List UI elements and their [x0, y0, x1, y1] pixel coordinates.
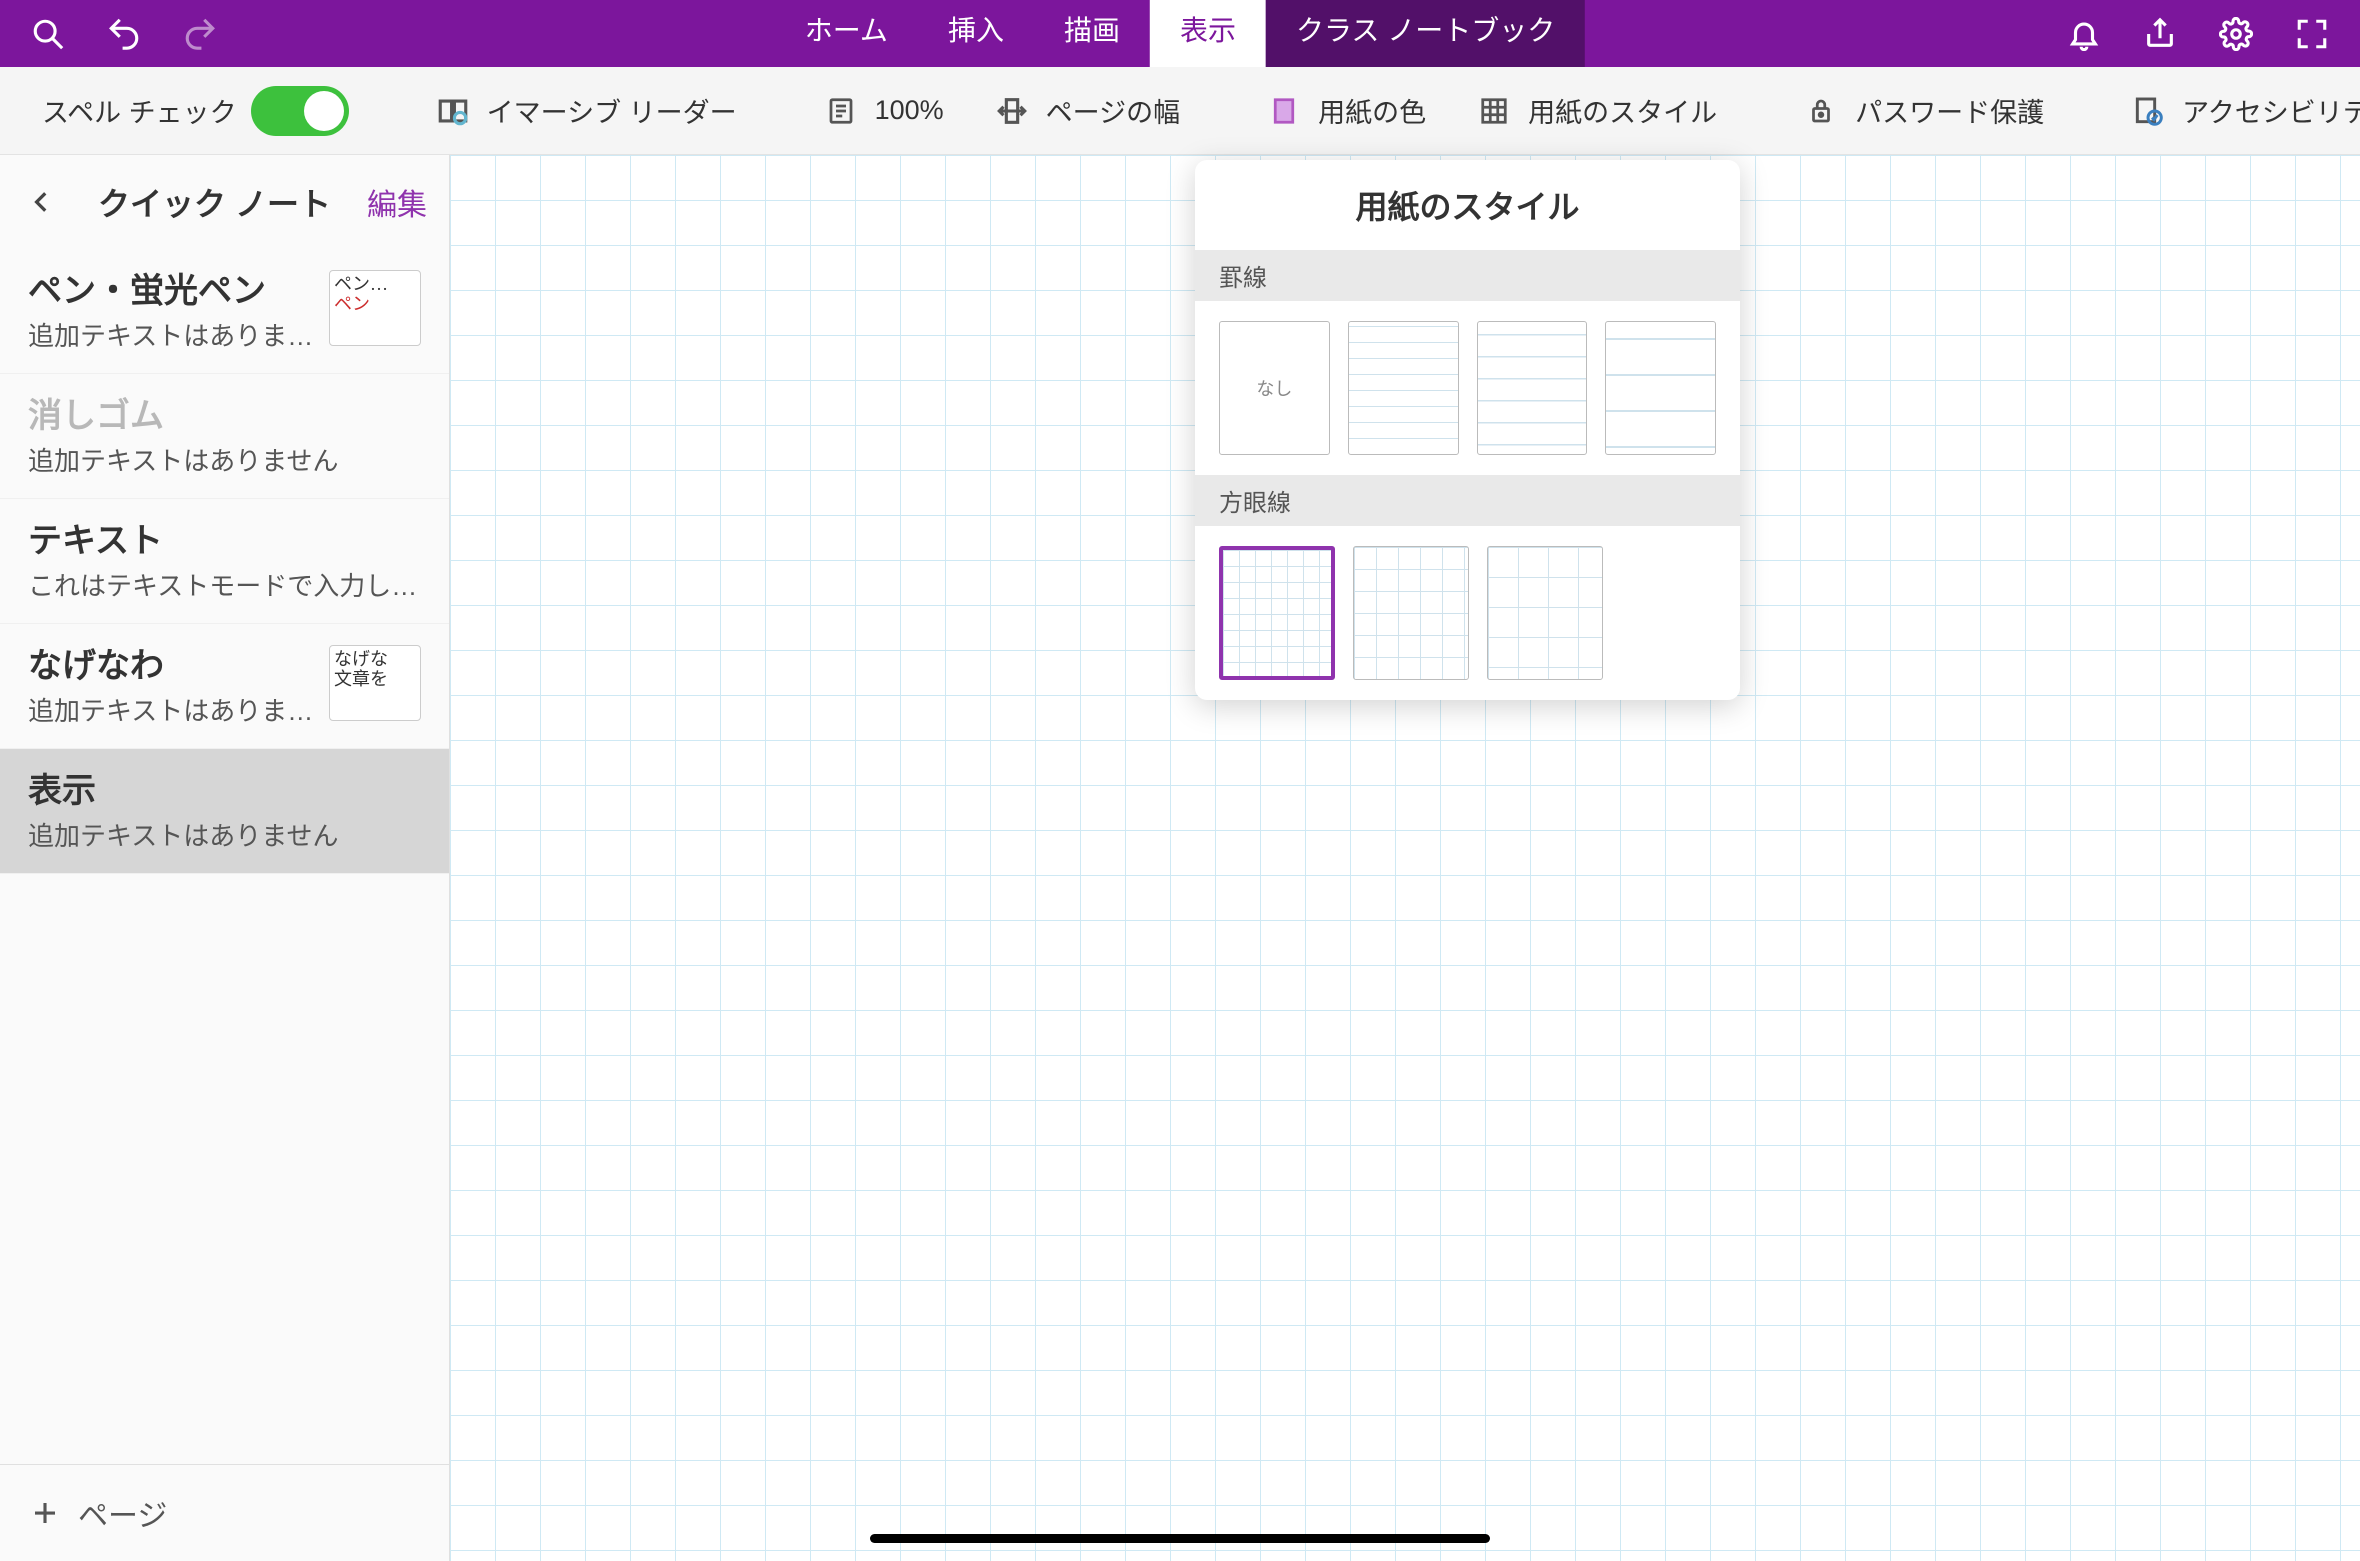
- tab-view[interactable]: 表示: [1150, 0, 1266, 67]
- page-item[interactable]: 表示 追加テキストはありません: [0, 749, 449, 874]
- password-protect-button[interactable]: パスワード保護: [1787, 81, 2058, 141]
- spellcheck-item[interactable]: スペル チェック: [28, 76, 363, 146]
- paper-style-button[interactable]: 用紙のスタイル: [1460, 81, 1731, 141]
- sidebar: クイック ノート 編集 ペン・蛍光ペン 追加テキストはありま… ペン… ペン 消…: [0, 155, 450, 1561]
- zoom-label: 100%: [875, 95, 944, 126]
- share-icon[interactable]: [2140, 14, 2180, 54]
- page-item-subtitle: これはテキストモードで入力し…: [28, 566, 421, 603]
- add-page-label: ページ: [78, 1491, 167, 1535]
- main-area: クイック ノート 編集 ペン・蛍光ペン 追加テキストはありま… ペン… ペン 消…: [0, 155, 2360, 1561]
- tab-class-notebook[interactable]: クラス ノートブック: [1266, 0, 1585, 67]
- password-label: パスワード保護: [1855, 91, 2044, 130]
- tab-draw[interactable]: 描画: [1034, 0, 1150, 67]
- page-item-thumb: ペン… ペン: [329, 270, 421, 346]
- undo-icon[interactable]: [104, 14, 144, 54]
- page-list: ペン・蛍光ペン 追加テキストはありま… ペン… ペン 消しゴム 追加テキストはあ…: [0, 249, 449, 1464]
- popover-grid-row: [1195, 526, 1740, 700]
- page-item[interactable]: 消しゴム 追加テキストはありません: [0, 374, 449, 499]
- page-item-subtitle: 追加テキストはありません: [28, 441, 421, 478]
- page-width-button[interactable]: ページの幅: [978, 81, 1194, 141]
- page-item-subtitle: 追加テキストはありま…: [28, 316, 315, 353]
- accessibility-check-button[interactable]: アクセシビリティ チェック: [2114, 81, 2360, 141]
- paper-style-grid-medium[interactable]: [1353, 546, 1469, 680]
- paper-style-lines-narrow[interactable]: [1348, 321, 1459, 455]
- paper-style-lines-wide[interactable]: [1605, 321, 1716, 455]
- page-item-title: テキスト: [28, 513, 421, 562]
- page-item[interactable]: なげなわ 追加テキストはありま… なげな 文章を: [0, 624, 449, 749]
- paper-style-grid-small[interactable]: [1219, 546, 1335, 680]
- paper-color-icon: [1264, 91, 1304, 131]
- page-item[interactable]: テキスト これはテキストモードで入力し…: [0, 499, 449, 624]
- search-icon[interactable]: [28, 14, 68, 54]
- sidebar-header: クイック ノート 編集: [0, 155, 449, 249]
- paper-style-icon: [1474, 91, 1514, 131]
- accessibility-icon: [2128, 91, 2168, 131]
- add-page-button[interactable]: ページ: [0, 1464, 449, 1561]
- settings-icon[interactable]: [2216, 14, 2256, 54]
- paper-style-label: 用紙のスタイル: [1528, 91, 1717, 130]
- toolbar: スペル チェック イマーシブ リーダー 100% ページの幅 用紙の色 用紙のス…: [0, 67, 2360, 155]
- paper-style-lines-college[interactable]: [1477, 321, 1588, 455]
- spellcheck-toggle[interactable]: [251, 86, 349, 136]
- sidebar-edit-button[interactable]: 編集: [367, 180, 427, 224]
- redo-icon[interactable]: [180, 14, 220, 54]
- page-item-title: 表示: [28, 763, 421, 812]
- page-item-subtitle: 追加テキストはありません: [28, 816, 421, 853]
- page-item-title: ペン・蛍光ペン: [28, 263, 315, 312]
- immersive-reader-button[interactable]: イマーシブ リーダー: [419, 81, 751, 141]
- popover-lines-row: なし: [1195, 301, 1740, 475]
- zoom-button[interactable]: 100%: [807, 81, 958, 141]
- home-indicator[interactable]: [870, 1534, 1490, 1543]
- paper-color-label: 用紙の色: [1318, 91, 1426, 130]
- page-item[interactable]: ペン・蛍光ペン 追加テキストはありま… ペン… ペン: [0, 249, 449, 374]
- back-chevron-icon[interactable]: [22, 182, 62, 222]
- page-item-subtitle: 追加テキストはありま…: [28, 691, 315, 728]
- tab-insert[interactable]: 挿入: [918, 0, 1034, 67]
- spellcheck-label: スペル チェック: [42, 91, 237, 130]
- accessibility-label: アクセシビリティ チェック: [2182, 91, 2360, 130]
- paper-style-none[interactable]: なし: [1219, 321, 1330, 455]
- fullscreen-icon[interactable]: [2292, 14, 2332, 54]
- notification-icon[interactable]: [2064, 14, 2104, 54]
- sidebar-title: クイック ノート: [82, 179, 347, 225]
- page-item-thumb: なげな 文章を: [329, 645, 421, 721]
- paper-color-button[interactable]: 用紙の色: [1250, 81, 1440, 141]
- page-item-title: なげなわ: [28, 638, 315, 687]
- page-width-icon: [992, 91, 1032, 131]
- immersive-reader-label: イマーシブ リーダー: [487, 91, 737, 130]
- titlebar-left: [0, 14, 248, 54]
- titlebar-right: [2036, 14, 2360, 54]
- ribbon-tabs: ホーム 挿入 描画 表示 クラス ノートブック: [775, 0, 1585, 67]
- immersive-reader-icon: [433, 91, 473, 131]
- popover-section-grid: 方眼線: [1195, 475, 1740, 526]
- password-icon: [1801, 91, 1841, 131]
- popover-title: 用紙のスタイル: [1195, 160, 1740, 250]
- tab-home[interactable]: ホーム: [775, 0, 918, 67]
- page-item-title: 消しゴム: [28, 388, 421, 437]
- popover-section-lines: 罫線: [1195, 250, 1740, 301]
- paper-style-popover: 用紙のスタイル 罫線 なし 方眼線: [1195, 160, 1740, 700]
- zoom-icon: [821, 91, 861, 131]
- page-width-label: ページの幅: [1046, 91, 1180, 130]
- paper-style-grid-large[interactable]: [1487, 546, 1603, 680]
- titlebar: ホーム 挿入 描画 表示 クラス ノートブック: [0, 0, 2360, 67]
